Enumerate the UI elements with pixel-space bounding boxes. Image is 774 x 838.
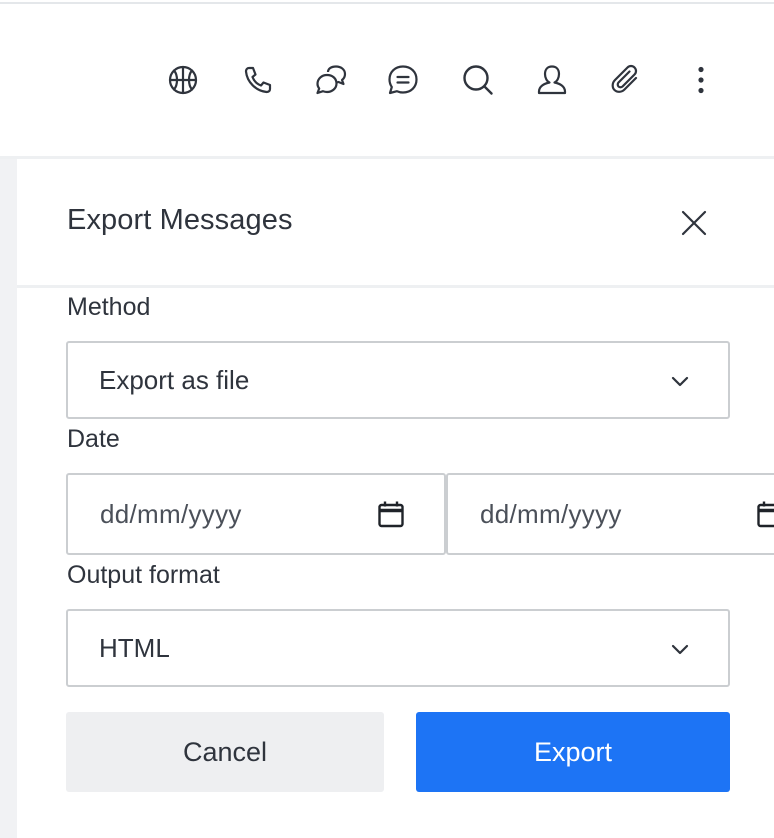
cancel-button[interactable]: Cancel: [66, 712, 384, 792]
kebab-menu-icon[interactable]: [683, 62, 719, 98]
date-from-placeholder: dd/mm/yyyy: [100, 499, 242, 529]
method-select-value: Export as file: [99, 365, 250, 395]
room-header-toolbar: [0, 4, 774, 156]
date-label: Date: [67, 425, 120, 453]
output-format-label: Output format: [67, 561, 220, 589]
export-button[interactable]: Export: [416, 712, 730, 792]
output-format-select[interactable]: HTML: [66, 609, 730, 687]
close-icon: [681, 210, 707, 236]
discussion-icon[interactable]: [165, 62, 201, 98]
output-format-value: HTML: [99, 633, 170, 663]
search-icon[interactable]: [460, 62, 496, 98]
threads-icon[interactable]: [313, 62, 349, 98]
calendar-icon[interactable]: [755, 499, 774, 529]
close-button[interactable]: [674, 203, 714, 243]
method-select[interactable]: Export as file: [66, 341, 730, 419]
date-to-placeholder: dd/mm/yyyy: [480, 499, 622, 529]
user-icon[interactable]: [534, 62, 570, 98]
attachment-icon[interactable]: [608, 62, 644, 98]
chat-icon[interactable]: [385, 62, 421, 98]
calendar-icon[interactable]: [376, 499, 406, 529]
main-content-edge: [0, 159, 17, 838]
panel-header-divider: [17, 285, 774, 288]
panel-title: Export Messages: [67, 204, 293, 236]
date-from-input[interactable]: dd/mm/yyyy: [66, 473, 446, 555]
method-label: Method: [67, 293, 151, 321]
chevron-down-icon: [671, 644, 689, 655]
date-to-input[interactable]: dd/mm/yyyy: [446, 473, 774, 555]
phone-icon[interactable]: [240, 62, 276, 98]
chevron-down-icon: [671, 376, 689, 387]
